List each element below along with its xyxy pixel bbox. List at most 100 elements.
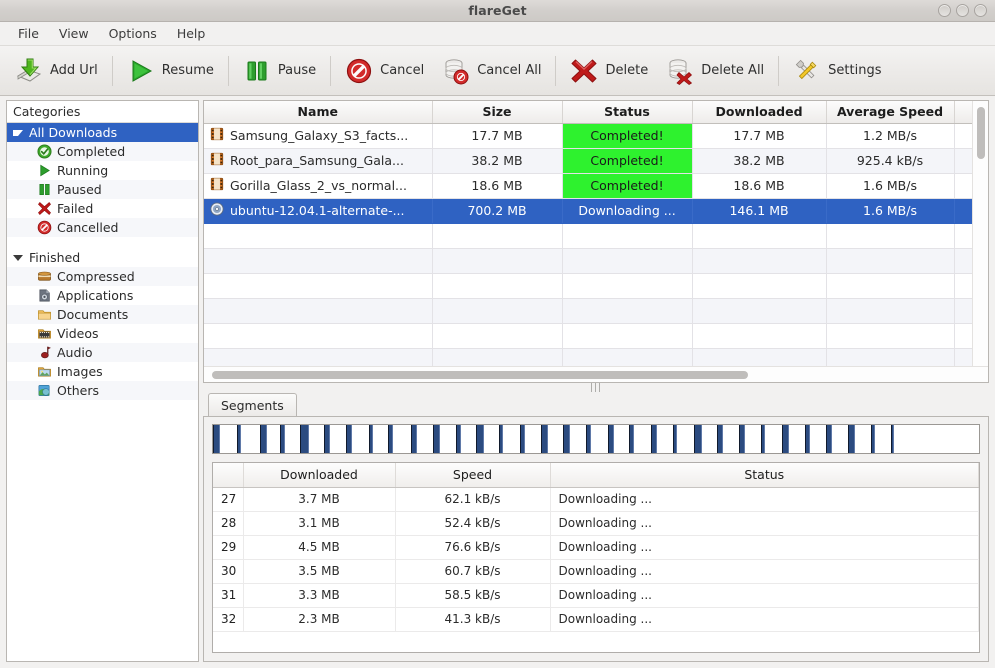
cell-empty	[692, 273, 827, 299]
cell-empty	[826, 273, 955, 299]
column-header-average-speed[interactable]: Average Speed	[826, 101, 955, 124]
cell-empty	[432, 273, 563, 299]
cell-empty	[562, 323, 693, 349]
vertical-scroll-thumb[interactable]	[977, 107, 985, 159]
film-strip-icon	[210, 127, 224, 144]
segment-speed: 41.3 kB/s	[395, 607, 551, 632]
segments-body: Downloaded Speed Status 27 3.7 MB 62.1 k…	[203, 416, 989, 662]
column-header-size[interactable]: Size	[432, 101, 563, 124]
segment-index: 30	[213, 559, 244, 584]
red-x-icon	[37, 201, 57, 216]
sidebar-item-running[interactable]: Running	[7, 161, 198, 180]
cell-empty	[204, 298, 433, 324]
pause-label: Pause	[277, 63, 317, 78]
column-header-status[interactable]: Status	[562, 101, 693, 124]
sidebar-item-completed[interactable]: Completed	[7, 142, 198, 161]
sidebar-label-running: Running	[57, 163, 109, 178]
segment-status: Downloading ...	[550, 559, 979, 584]
cell-name: Root_para_Samsung_Gala...	[204, 148, 433, 174]
close-button[interactable]	[974, 4, 987, 17]
cell-status: Downloading ...	[562, 198, 693, 224]
sidebar-label-images: Images	[57, 364, 103, 379]
table-row[interactable]: Samsung_Galaxy_S3_facts... 17.7 MB Compl…	[204, 123, 972, 149]
sidebar-item-others[interactable]: Others	[7, 381, 198, 400]
segment-column-header-index[interactable]	[213, 463, 244, 488]
segments-tabstrip: Segments	[203, 393, 989, 416]
segment-speed: 52.4 kB/s	[395, 511, 551, 536]
downloads-horizontal-scrollbar[interactable]	[204, 366, 988, 382]
cancel-all-button[interactable]: Cancel All	[433, 53, 550, 89]
cell-size: 700.2 MB	[432, 198, 563, 224]
segments-table: Downloaded Speed Status 27 3.7 MB 62.1 k…	[213, 463, 979, 632]
segment-column-header-downloaded[interactable]: Downloaded	[243, 463, 396, 488]
segment-row[interactable]: 32 2.3 MB 41.3 kB/s Downloading ...	[213, 607, 979, 632]
segment-row[interactable]: 28 3.1 MB 52.4 kB/s Downloading ...	[213, 511, 979, 536]
segments-table-wrap: Downloaded Speed Status 27 3.7 MB 62.1 k…	[212, 462, 980, 653]
maximize-button[interactable]	[956, 4, 969, 17]
menu-options[interactable]: Options	[99, 24, 167, 43]
sidebar-label-failed: Failed	[57, 201, 94, 216]
sidebar-item-documents[interactable]: Documents	[7, 305, 198, 324]
sidebar-item-failed[interactable]: Failed	[7, 199, 198, 218]
horizontal-scroll-thumb[interactable]	[212, 371, 748, 379]
cell-empty	[204, 323, 433, 349]
table-row[interactable]: Root_para_Samsung_Gala... 38.2 MB Comple…	[204, 148, 972, 174]
tab-segments[interactable]: Segments	[208, 393, 297, 416]
sidebar-item-audio[interactable]: Audio	[7, 343, 198, 362]
segment-index: 31	[213, 583, 244, 608]
segment-index: 27	[213, 487, 244, 512]
menu-file[interactable]: File	[8, 24, 49, 43]
table-row-empty	[204, 273, 972, 299]
sidebar-item-all-downloads[interactable]: All Downloads	[7, 123, 198, 142]
cell-empty	[204, 348, 433, 366]
cancel-all-label: Cancel All	[477, 63, 542, 78]
menu-help[interactable]: Help	[167, 24, 216, 43]
cell-empty	[954, 348, 972, 366]
delete-button[interactable]: Delete	[561, 53, 657, 89]
cell-empty	[692, 298, 827, 324]
segment-column-header-status[interactable]: Status	[550, 463, 979, 488]
settings-button[interactable]: Settings	[784, 53, 890, 89]
sidebar-item-cancelled[interactable]: Cancelled	[7, 218, 198, 237]
pause-button[interactable]: Pause	[234, 53, 325, 89]
segment-column-header-speed[interactable]: Speed	[395, 463, 551, 488]
cell-name: Samsung_Galaxy_S3_facts...	[204, 123, 433, 149]
cell-empty	[562, 298, 693, 324]
cancel-button[interactable]: Cancel	[336, 53, 433, 89]
segment-row[interactable]: 31 3.3 MB 58.5 kB/s Downloading ...	[213, 583, 979, 608]
add-url-button[interactable]: Add Url	[6, 53, 107, 89]
cell-empty	[692, 248, 827, 274]
segment-speed: 62.1 kB/s	[395, 487, 551, 512]
splitter-grip-icon: |||	[589, 382, 603, 393]
segment-downloaded: 3.3 MB	[243, 583, 396, 608]
segment-row[interactable]: 27 3.7 MB 62.1 kB/s Downloading ...	[213, 487, 979, 512]
sidebar-item-images[interactable]: Images	[7, 362, 198, 381]
segment-row[interactable]: 29 4.5 MB 76.6 kB/s Downloading ...	[213, 535, 979, 560]
table-row[interactable]: Gorilla_Glass_2_vs_normal... 18.6 MB Com…	[204, 173, 972, 199]
cell-empty	[954, 298, 972, 324]
sidebar-item-paused[interactable]: Paused	[7, 180, 198, 199]
sidebar-item-videos[interactable]: Videos	[7, 324, 198, 343]
pane-splitter[interactable]: |||	[203, 383, 989, 393]
column-header-downloaded[interactable]: Downloaded	[692, 101, 827, 124]
resume-button[interactable]: Resume	[118, 53, 223, 89]
sidebar-item-finished[interactable]: Finished	[7, 248, 198, 267]
cell-size: 18.6 MB	[432, 173, 563, 199]
delete-all-button[interactable]: Delete All	[657, 53, 773, 89]
cell-size: 17.7 MB	[432, 123, 563, 149]
menu-view[interactable]: View	[49, 24, 99, 43]
sidebar-item-compressed[interactable]: Compressed	[7, 267, 198, 286]
table-row-selected[interactable]: ubuntu-12.04.1-alternate-... 700.2 MB Do…	[204, 198, 972, 224]
minimize-button[interactable]	[938, 4, 951, 17]
sidebar-item-applications[interactable]: Applications	[7, 286, 198, 305]
column-header-name[interactable]: Name	[204, 101, 433, 124]
cell-empty	[562, 348, 693, 366]
segment-row[interactable]: 30 3.5 MB 60.7 kB/s Downloading ...	[213, 559, 979, 584]
segment-status: Downloading ...	[550, 511, 979, 536]
cell-empty	[562, 223, 693, 249]
cell-average-speed: 1.6 MB/s	[826, 198, 955, 224]
downloads-vertical-scrollbar[interactable]	[972, 101, 988, 366]
toolbar-separator	[555, 55, 557, 86]
cell-empty	[954, 323, 972, 349]
